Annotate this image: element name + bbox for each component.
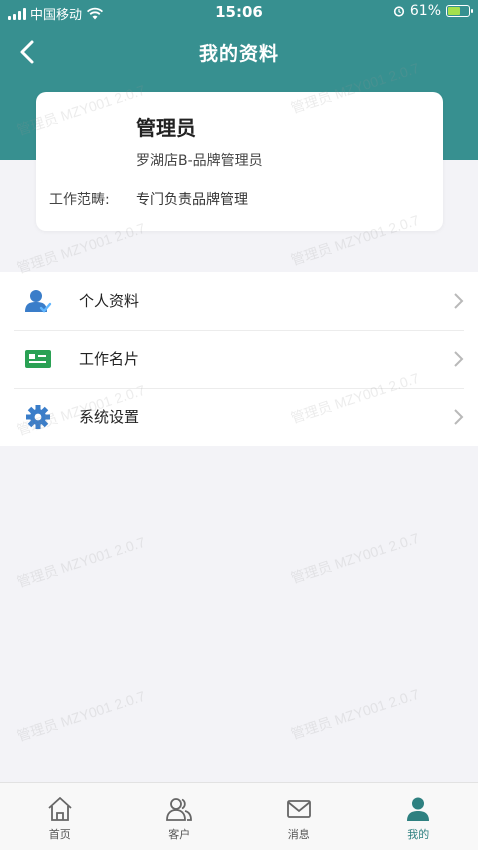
menu-item-business-card[interactable]: 工作名片 (0, 330, 478, 388)
avatar[interactable] (50, 106, 134, 176)
menu-item-personal-info[interactable]: 个人资料 (0, 272, 478, 330)
watermark: 管理员 MZY001 2.0.7 (288, 529, 422, 587)
business-card-icon (25, 350, 51, 368)
nav-bar: 我的资料 (0, 30, 478, 74)
tab-me[interactable]: 我的 (359, 783, 478, 850)
mail-icon (286, 800, 311, 818)
tab-label: 我的 (407, 828, 430, 841)
person-icon (25, 290, 52, 313)
menu-item-system-settings[interactable]: 系统设置 (0, 388, 478, 446)
status-right: 61% (393, 3, 473, 19)
tab-customers[interactable]: 客户 (120, 783, 240, 850)
menu-item-label: 工作名片 (79, 350, 140, 368)
battery-icon (446, 5, 473, 17)
chevron-right-icon (454, 409, 464, 425)
work-scope-value: 专门负责品牌管理 (136, 192, 248, 208)
battery-percent: 61% (409, 3, 441, 19)
chevron-right-icon (454, 351, 464, 367)
battery-fill (448, 7, 460, 15)
profile-icon (407, 797, 430, 821)
tab-label: 消息 (287, 828, 310, 841)
watermark: 管理员 MZY001 2.0.7 (288, 685, 422, 743)
tab-label: 客户 (168, 828, 191, 841)
page-title: 我的资料 (198, 43, 279, 65)
chevron-right-icon (454, 293, 464, 309)
profile-name: 管理员 (136, 116, 196, 140)
menu-item-label: 系统设置 (79, 408, 140, 426)
tab-messages[interactable]: 消息 (239, 783, 359, 850)
alarm-icon (393, 6, 404, 17)
profile-card: 管理员 罗湖店B-品牌管理员 工作范畴: 专门负责品牌管理 (36, 92, 443, 231)
home-icon (48, 797, 72, 821)
work-scope-label: 工作范畴: (49, 192, 110, 208)
tab-label: 首页 (48, 828, 71, 841)
customers-icon (166, 798, 193, 821)
menu-list: 个人资料 工作名片 系统设置 (0, 272, 478, 446)
tab-home[interactable]: 首页 (0, 783, 120, 850)
status-bar: 中国移动 15:06 61% (0, 0, 478, 24)
watermark: 管理员 MZY001 2.0.7 (14, 687, 148, 745)
watermark: 管理员 MZY001 2.0.7 (14, 533, 148, 591)
profile-role: 罗湖店B-品牌管理员 (136, 153, 263, 169)
gear-icon (26, 405, 50, 429)
menu-item-label: 个人资料 (79, 292, 140, 310)
bottom-tab-bar: 首页 客户 消息 我的 (0, 782, 478, 850)
